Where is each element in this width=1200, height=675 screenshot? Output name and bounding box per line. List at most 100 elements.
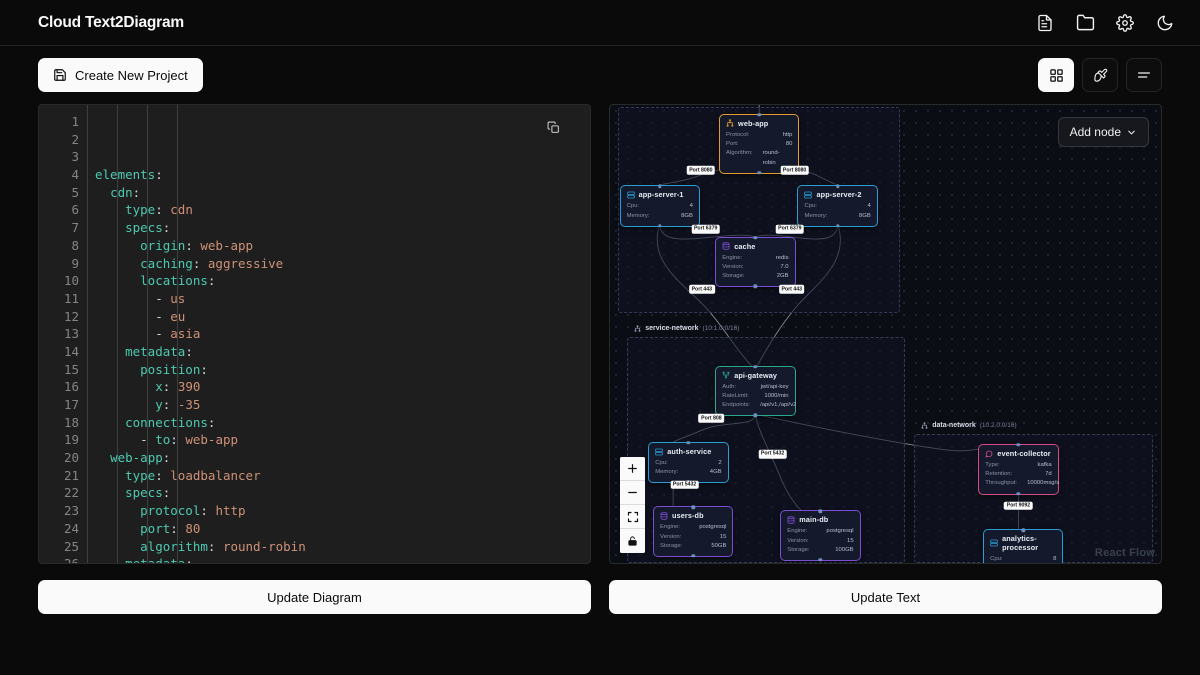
node-detail-key: Protocol: <box>726 131 750 138</box>
paintbrush-button[interactable] <box>1082 58 1118 92</box>
node-header: web-app <box>726 119 792 128</box>
lines-button[interactable] <box>1126 58 1162 92</box>
diagram-node-analytics-processor[interactable]: analytics-processorCpu:8Memory:16GB <box>983 528 1064 563</box>
update-text-button[interactable]: Update Text <box>609 580 1162 614</box>
node-header: auth-service <box>655 447 721 456</box>
gear-icon[interactable] <box>1110 8 1140 38</box>
editor-line: specs: <box>125 220 171 236</box>
editor-line: web-app: <box>110 450 171 466</box>
editor-line: position: <box>140 361 208 377</box>
diagram-node-app-server-1[interactable]: app-server-1 Cpu: 4 Memory: 8GB <box>619 184 700 228</box>
node-handle-top[interactable] <box>835 184 840 188</box>
editor-line: specs: <box>125 485 171 501</box>
editor-line: elements: <box>95 167 163 183</box>
editor-line: protocol: http <box>140 503 246 519</box>
create-new-project-button[interactable]: Create New Project <box>38 58 203 92</box>
diagram-canvas[interactable]: service-network (10.1.0.0/16) data-network… <box>609 104 1162 564</box>
diagram-node-web-app[interactable]: web-app Protocol: http Port: 80 Algorithm: rou… <box>719 113 800 175</box>
node-detail-row: Version: 7.0 <box>722 263 788 272</box>
editor-line-number: 7 <box>71 220 79 236</box>
editor-line: algorithm: round-robin <box>140 538 306 554</box>
editor-line-number: 9 <box>71 255 79 271</box>
editor-line-number: 14 <box>63 343 79 359</box>
node-title: web-app <box>738 118 769 128</box>
editor-scrollbar[interactable] <box>578 105 590 563</box>
editor-line-number: 2 <box>71 131 79 147</box>
editor-line-number: 12 <box>63 308 79 324</box>
node-detail-key: Cpu: <box>655 460 668 467</box>
zoom-out-button[interactable] <box>620 481 645 505</box>
node-detail-value: 80 <box>785 141 793 148</box>
diagram-node-event-collector[interactable]: event-collector Type: kafka Retention: 7d Thr… <box>978 443 1059 496</box>
zoom-out-icon <box>626 486 639 499</box>
zoom-in-icon <box>626 462 639 475</box>
gateway-icon <box>722 371 730 379</box>
node-detail-key: Engine: <box>660 524 681 531</box>
diagram-node-users-db[interactable]: users-db Engine: postgresql Version: 15 Stora… <box>653 505 734 558</box>
editor-line-number: 20 <box>63 450 79 466</box>
yaml-editor[interactable]: 1 2 3 4 5 6 7 8 9 10 11 12 13 14 15 16 17 18 19 20 21 22 23 24 2… <box>38 104 591 564</box>
editor-line: origin: web-app <box>140 237 254 253</box>
diagram-node-app-server-2[interactable]: app-server-2 Cpu: 4 Memory: 8GB <box>797 184 878 228</box>
lock-icon <box>627 535 638 547</box>
node-detail-key: Storage: <box>660 542 683 549</box>
node-handle-top[interactable] <box>818 509 823 514</box>
editor-line-number: 22 <box>63 485 79 501</box>
fit-view-button[interactable] <box>620 505 645 529</box>
server-icon <box>626 191 635 199</box>
network-icon <box>921 422 928 429</box>
node-detail-value: 2 <box>718 460 722 467</box>
zoom-in-button[interactable] <box>620 457 645 481</box>
node-handle-top[interactable] <box>757 113 761 117</box>
node-detail-value: 1000/min <box>764 392 789 399</box>
node-detail-row: Auth: jwt/api-key <box>722 383 788 392</box>
editor-line-number: 6 <box>71 202 79 218</box>
diagram-node-cache[interactable]: cache Engine: redis Version: 7.0 Storage: 2GB <box>715 236 796 289</box>
diagram-node-api-gateway[interactable]: api-gateway Auth: jwt/api-key RateLimit: 100… <box>715 365 796 418</box>
moon-icon[interactable] <box>1150 8 1180 38</box>
node-title: api-gateway <box>734 370 778 380</box>
add-node-button[interactable]: Add node <box>1057 117 1149 147</box>
group-name: data-network <box>932 422 976 430</box>
node-detail-key: Memory: <box>804 212 828 219</box>
node-detail-value: redis <box>775 254 789 261</box>
editor-line-number: 3 <box>71 149 79 165</box>
node-handle-top[interactable] <box>658 184 662 188</box>
diagram-node-main-db[interactable]: main-db Engine: postgresql Version: 15 Storag… <box>780 509 861 562</box>
document-icon[interactable] <box>1030 8 1060 38</box>
node-detail-row: Storage: 50GB <box>660 542 726 551</box>
folder-icon[interactable] <box>1070 8 1100 38</box>
database-icon <box>722 242 730 251</box>
node-handle-top[interactable] <box>1021 528 1025 532</box>
editor-line: - to: web-app <box>140 432 239 448</box>
node-handle-top[interactable] <box>753 365 758 369</box>
node-title: cache <box>734 241 756 251</box>
copy-icon[interactable] <box>547 121 560 139</box>
node-handle-top[interactable] <box>691 505 695 510</box>
editor-code[interactable]: elements: cdn: type: cdn specs: origin: … <box>87 105 590 563</box>
node-detail-key: Throughput: <box>985 480 1018 487</box>
node-header: cache <box>722 242 788 251</box>
edge-port-label: Port 6379 <box>691 224 720 234</box>
node-detail-value: 4GB <box>709 469 722 476</box>
diagram-node-auth-service[interactable]: auth-service Cpu: 2 Memory: 4GB <box>648 441 729 485</box>
editor-line: caching: aggressive <box>140 255 284 271</box>
server-icon <box>804 191 813 199</box>
update-diagram-button[interactable]: Update Diagram <box>38 580 591 614</box>
node-handle-top[interactable] <box>686 441 691 445</box>
edge-port-label: Port 8080 <box>780 166 809 175</box>
editor-line: - asia <box>155 326 201 342</box>
editor-line: locations: <box>140 273 216 289</box>
top-bar-actions <box>1030 8 1180 38</box>
node-handle-top[interactable] <box>753 236 758 240</box>
node-header: users-db <box>660 511 726 520</box>
node-detail-key: Storage: <box>722 273 745 280</box>
editor-line-number: 23 <box>63 503 79 519</box>
editor-line-number: 4 <box>71 167 79 183</box>
node-handle-top[interactable] <box>1016 443 1021 447</box>
lock-button[interactable] <box>620 529 645 553</box>
editor-line-number: 16 <box>63 379 79 395</box>
editor-line-number: 25 <box>63 538 79 554</box>
grid-view-button[interactable] <box>1038 58 1074 92</box>
add-node-label: Add node <box>1069 125 1121 139</box>
